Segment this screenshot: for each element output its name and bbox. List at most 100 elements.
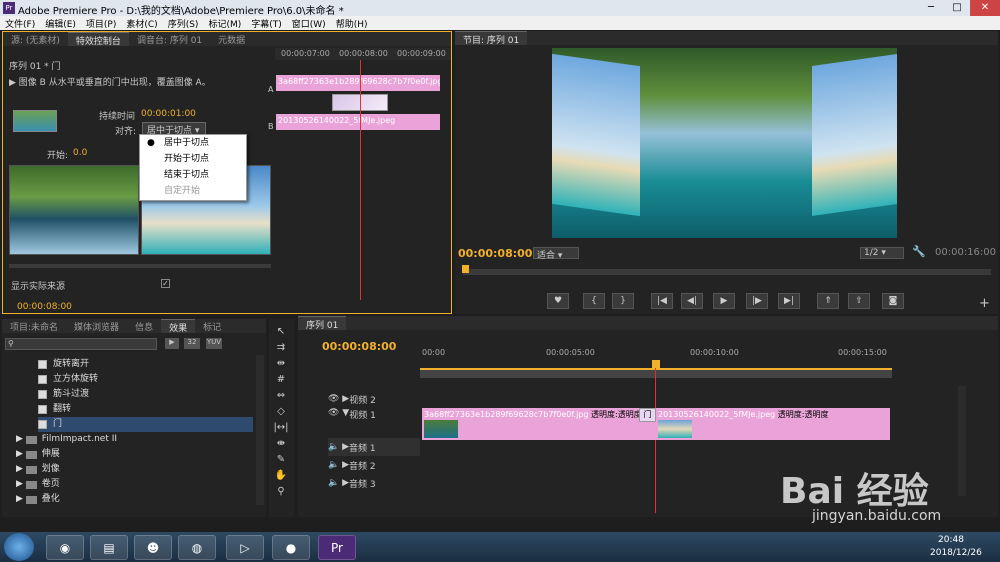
eye-icon[interactable]: 👁	[328, 394, 339, 404]
tab-effect-controls[interactable]: 特效控制台	[67, 32, 129, 47]
tab-metadata[interactable]: 元数据	[210, 32, 253, 46]
fit-select[interactable]: 适合 ▾	[533, 247, 579, 261]
taskbar-recorder-icon[interactable]: ●	[272, 535, 310, 560]
timeline-scrollbar[interactable]	[958, 386, 966, 496]
mini-ruler[interactable]: 00:00:07:00 00:00:08:00 00:00:09:00	[275, 48, 451, 60]
menu-window[interactable]: 窗口(W)	[287, 16, 331, 30]
taskbar-explorer-icon[interactable]: ▤	[90, 535, 128, 560]
taskbar-camtasia-icon[interactable]: ▷	[226, 535, 264, 560]
timeline-playhead[interactable]	[655, 368, 656, 513]
taskbar-firefox-icon[interactable]: ◍	[178, 535, 216, 560]
minimize-button[interactable]: ─	[918, 0, 944, 16]
tab-program[interactable]: 节目: 序列 01	[455, 31, 528, 46]
export-frame-button[interactable]: ◙	[882, 293, 904, 309]
timeline-playhead-handle[interactable]	[652, 360, 660, 368]
folder-item[interactable]: ▶ FilmImpact.net II	[16, 432, 253, 447]
extract-button[interactable]: ⇧	[848, 293, 870, 309]
clock-time[interactable]: 20:48	[938, 535, 964, 545]
menu-help[interactable]: 帮助(H)	[331, 16, 373, 30]
effect-item[interactable]: 立方体旋转	[38, 372, 253, 387]
eye-icon[interactable]: 👁	[328, 408, 339, 418]
timeline-timecode[interactable]: 00:00:08:00	[322, 340, 396, 353]
mini-playhead[interactable]	[360, 60, 361, 300]
wrench-icon[interactable]: 🔧	[912, 245, 926, 258]
tab-effects[interactable]: 效果	[161, 319, 196, 334]
yuv-effects-icon[interactable]: YUV	[206, 338, 222, 349]
start-value[interactable]: 0.0	[73, 148, 87, 158]
taskbar-app-icon[interactable]: ◉	[46, 535, 84, 560]
taskbar-qq-icon[interactable]: ☻	[134, 535, 172, 560]
speaker-icon[interactable]: 🔈	[328, 460, 339, 470]
tab-audio-mixer[interactable]: 调音台: 序列 01	[129, 32, 210, 46]
track-header-audio3[interactable]: 🔈 ▶ 音频 3	[328, 474, 420, 492]
go-to-out-button[interactable]: ▶|	[778, 293, 800, 309]
work-area-bar[interactable]	[420, 368, 892, 378]
add-button-icon[interactable]: +	[979, 296, 990, 311]
timeline-transition[interactable]: 门	[639, 408, 656, 422]
play-button[interactable]: ▶	[713, 293, 735, 309]
step-forward-button[interactable]: |▶	[746, 293, 768, 309]
duration-value[interactable]: 00:00:01:00	[141, 109, 196, 119]
track-header-video2[interactable]: 👁 ▶ 视频 2	[328, 390, 420, 408]
preview-scrollbar[interactable]	[9, 264, 271, 268]
slide-tool-icon[interactable]: ⇼	[271, 438, 291, 452]
track-header-audio2[interactable]: 🔈 ▶ 音频 2	[328, 456, 420, 474]
folder-item[interactable]: ▶ 伸展	[16, 447, 253, 462]
ripple-edit-tool-icon[interactable]: ⇹	[271, 358, 291, 372]
effect-controls-timecode[interactable]: 00:00:08:00	[17, 302, 72, 312]
menu-title[interactable]: 字幕(T)	[246, 16, 287, 30]
tab-project[interactable]: 项目:未命名	[2, 319, 66, 333]
effect-item[interactable]: 筋斗过渡	[38, 387, 253, 402]
track-header-video1[interactable]: 👁 ▼ 视频 1	[328, 408, 420, 438]
effect-item[interactable]: 翻转	[38, 402, 253, 417]
effects-search-input[interactable]: ⚲	[5, 338, 157, 350]
effects-scrollbar[interactable]	[256, 355, 264, 505]
menu-file[interactable]: 文件(F)	[0, 16, 40, 30]
rolling-edit-tool-icon[interactable]: #	[271, 374, 291, 388]
lift-button[interactable]: ⇑	[817, 293, 839, 309]
folder-item[interactable]: ▶ 卷页	[16, 477, 253, 492]
mini-clip-a[interactable]: 3a68ff27363e1b289f69628c7b7f0e0f.jpg	[276, 75, 440, 91]
razor-tool-icon[interactable]: ◇	[271, 406, 291, 420]
menu-edit[interactable]: 编辑(E)	[40, 16, 81, 30]
align-option-end[interactable]: 结束于切点	[140, 167, 246, 183]
track-header-audio1[interactable]: 🔈 ▶ 音频 1	[328, 438, 420, 456]
align-option-center[interactable]: ● 居中于切点	[140, 135, 246, 151]
menu-marker[interactable]: 标记(M)	[203, 16, 246, 30]
tab-media-browser[interactable]: 媒体浏览器	[66, 319, 127, 333]
step-back-button[interactable]: ◀|	[681, 293, 703, 309]
start-button-icon[interactable]	[4, 533, 34, 561]
pen-tool-icon[interactable]: ✎	[271, 454, 291, 468]
menu-sequence[interactable]: 序列(S)	[163, 16, 204, 30]
selection-tool-icon[interactable]: ↖	[271, 326, 291, 340]
show-actual-checkbox[interactable]: ✓	[161, 279, 170, 288]
speaker-icon[interactable]: 🔈	[328, 442, 339, 452]
quality-select[interactable]: 1/2 ▾	[860, 247, 904, 259]
close-button[interactable]: ✕	[970, 0, 1000, 16]
hand-tool-icon[interactable]: ✋	[271, 470, 291, 484]
folder-item[interactable]: ▶ 划像	[16, 462, 253, 477]
tab-sequence[interactable]: 序列 01	[298, 316, 347, 331]
menu-clip[interactable]: 素材(C)	[121, 16, 162, 30]
rate-stretch-tool-icon[interactable]: ⇔	[271, 390, 291, 404]
mini-clip-b[interactable]: 20130526140022_5fMJe.jpeg	[276, 114, 440, 130]
add-marker-button[interactable]: ♥	[547, 293, 569, 309]
mark-in-button[interactable]: {	[583, 293, 605, 309]
maximize-button[interactable]: □	[944, 0, 970, 16]
program-timecode[interactable]: 00:00:08:00	[458, 247, 532, 260]
folder-item[interactable]: ▶ 叠化	[16, 492, 253, 507]
program-playhead[interactable]	[462, 265, 469, 273]
transition-thumbnail[interactable]	[13, 110, 57, 132]
taskbar-premiere-icon[interactable]: Pr	[318, 535, 356, 560]
32bit-effects-icon[interactable]: 32	[184, 338, 200, 349]
effect-item[interactable]: 旋转离开	[38, 357, 253, 372]
accelerated-effects-icon[interactable]: ▶	[165, 338, 179, 349]
program-video-frame[interactable]	[552, 48, 897, 238]
timeline-ruler[interactable]: 00:00 00:00:05:00 00:00:10:00 00:00:15:0…	[420, 346, 960, 386]
program-scrubber[interactable]	[463, 269, 991, 275]
speaker-icon[interactable]: 🔈	[328, 478, 339, 488]
clock-date[interactable]: 2018/12/26	[930, 548, 982, 558]
effect-item-selected[interactable]: 门	[38, 417, 253, 432]
tab-markers[interactable]: 标记	[195, 319, 229, 333]
align-option-start[interactable]: 开始于切点	[140, 151, 246, 167]
